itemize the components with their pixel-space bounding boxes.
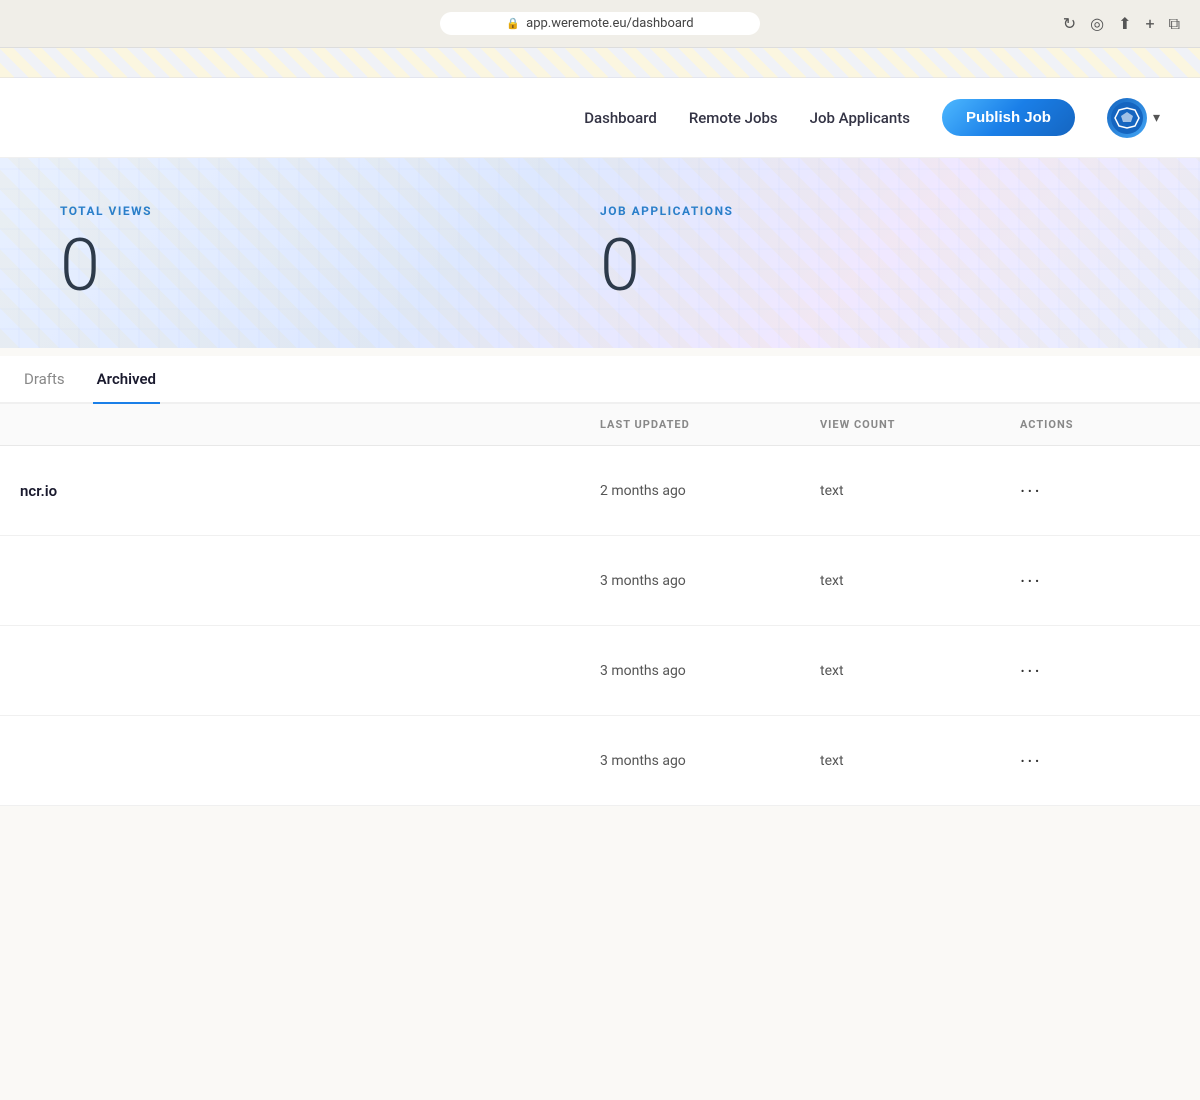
actions-menu-button[interactable]: ··· xyxy=(1020,569,1180,593)
table-row: 3 months ago text ··· xyxy=(0,626,1200,716)
last-updated-cell: 3 months ago xyxy=(600,663,820,679)
job-info: ncr.io xyxy=(20,482,600,500)
chevron-down-icon: ▾ xyxy=(1153,110,1160,126)
nav-job-applicants[interactable]: Job Applicants xyxy=(810,109,910,127)
job-title: ncr.io xyxy=(20,482,600,500)
total-views-stat: TOTAL VIEWS 0 xyxy=(60,204,600,302)
tab-archived[interactable]: Archived xyxy=(93,356,160,404)
last-updated-cell: 3 months ago xyxy=(600,753,820,769)
nav-dashboard[interactable]: Dashboard xyxy=(584,109,657,127)
total-views-label: TOTAL VIEWS xyxy=(60,204,600,218)
view-count-cell: text xyxy=(820,753,1020,769)
add-tab-icon[interactable]: + xyxy=(1145,14,1154,34)
total-views-value: 0 xyxy=(60,230,600,302)
job-applications-stat: JOB APPLICATIONS 0 xyxy=(600,204,1140,302)
view-count-cell: text xyxy=(820,483,1020,499)
col-view-count: VIEW COUNT xyxy=(820,418,1020,431)
table-row: ncr.io 2 months ago text ··· xyxy=(0,446,1200,536)
actions-menu-button[interactable]: ··· xyxy=(1020,659,1180,683)
lock-icon: 🔒 xyxy=(506,17,520,30)
share-icon[interactable]: ⬆ xyxy=(1118,14,1131,34)
actions-menu-button[interactable]: ··· xyxy=(1020,479,1180,503)
address-bar[interactable]: 🔒 app.weremote.eu/dashboard xyxy=(440,12,760,35)
reload-icon[interactable]: ↻ xyxy=(1063,14,1076,34)
table-header: LAST UPDATED VIEW COUNT ACTIONS xyxy=(0,404,1200,446)
last-updated-cell: 2 months ago xyxy=(600,483,820,499)
user-avatar-area[interactable]: ▾ xyxy=(1107,98,1160,138)
privacy-icon[interactable]: ◎ xyxy=(1090,14,1104,34)
tabs-area: Drafts Archived xyxy=(0,356,1200,404)
jobs-table: LAST UPDATED VIEW COUNT ACTIONS ncr.io 2… xyxy=(0,404,1200,806)
publish-job-button[interactable]: Publish Job xyxy=(942,99,1075,136)
col-actions: ACTIONS xyxy=(1020,418,1180,431)
job-applications-label: JOB APPLICATIONS xyxy=(600,204,1140,218)
stats-banner: TOTAL VIEWS 0 JOB APPLICATIONS 0 xyxy=(0,158,1200,348)
col-last-updated: LAST UPDATED xyxy=(600,418,820,431)
navbar: Dashboard Remote Jobs Job Applicants Pub… xyxy=(0,78,1200,158)
tab-drafts[interactable]: Drafts xyxy=(20,356,69,404)
nav-remote-jobs[interactable]: Remote Jobs xyxy=(689,109,778,127)
top-decorative-band xyxy=(0,48,1200,78)
browser-chrome: 🔒 app.weremote.eu/dashboard ↻ ◎ ⬆ + ⧉ xyxy=(0,0,1200,48)
browser-toolbar: ↻ ◎ ⬆ + ⧉ xyxy=(1063,14,1180,34)
last-updated-cell: 3 months ago xyxy=(600,573,820,589)
table-row: 3 months ago text ··· xyxy=(0,536,1200,626)
tabs-icon[interactable]: ⧉ xyxy=(1169,14,1180,34)
view-count-cell: text xyxy=(820,663,1020,679)
view-count-cell: text xyxy=(820,573,1020,589)
avatar xyxy=(1107,98,1147,138)
col-job xyxy=(20,418,600,431)
job-applications-value: 0 xyxy=(600,230,1140,302)
actions-menu-button[interactable]: ··· xyxy=(1020,749,1180,773)
url-text: app.weremote.eu/dashboard xyxy=(526,16,693,31)
table-row: 3 months ago text ··· xyxy=(0,716,1200,806)
